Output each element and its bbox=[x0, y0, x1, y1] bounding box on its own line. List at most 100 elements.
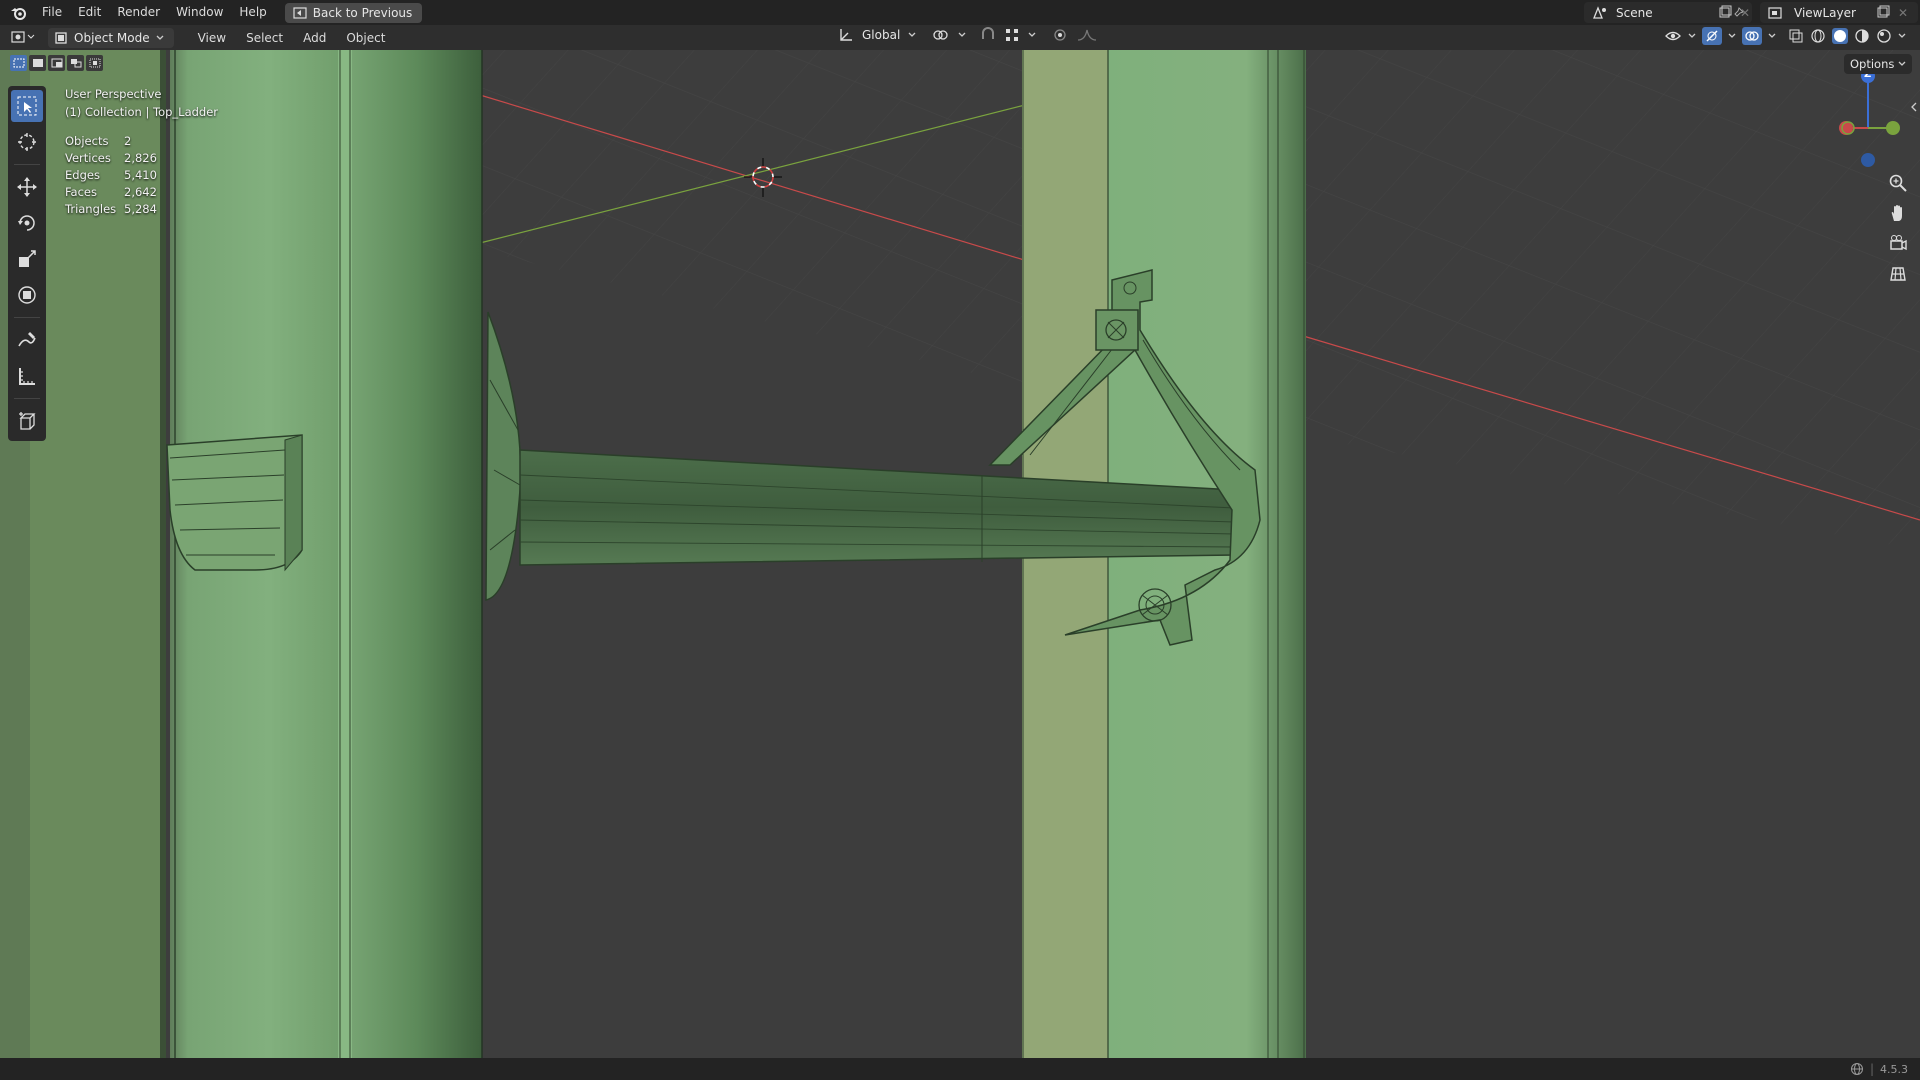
viewport-perspective-label: User Perspective bbox=[65, 87, 162, 101]
back-to-previous-button[interactable]: Back to Previous bbox=[284, 2, 423, 23]
tool-shelf bbox=[8, 86, 46, 441]
scale-tool[interactable] bbox=[11, 243, 43, 275]
zoom-icon bbox=[1889, 174, 1907, 192]
stats-row-vertices: Vertices 2,826 bbox=[65, 150, 157, 165]
solid-shading-icon[interactable] bbox=[1832, 28, 1848, 44]
scene-name[interactable]: Scene bbox=[1616, 6, 1653, 20]
scene-icon bbox=[1592, 5, 1608, 20]
move-tool[interactable] bbox=[11, 171, 43, 203]
select-new-icon[interactable] bbox=[10, 55, 27, 71]
options-label: Options bbox=[1850, 57, 1895, 71]
chevron-down-icon[interactable] bbox=[1768, 33, 1776, 39]
snap-target-icon[interactable] bbox=[1004, 27, 1020, 43]
annotate-pencil-icon bbox=[18, 332, 36, 347]
stats-row-objects: Objects 2 bbox=[65, 133, 132, 148]
chevron-down-icon[interactable] bbox=[958, 32, 966, 38]
select-invert-icon[interactable] bbox=[67, 55, 84, 71]
chevron-down-icon[interactable] bbox=[1688, 33, 1696, 39]
select-box-tool[interactable] bbox=[11, 90, 43, 122]
toolbar-divider bbox=[14, 164, 40, 165]
view-layer-name[interactable]: ViewLayer bbox=[1794, 6, 1856, 20]
viewport-header: Object Mode View Select Add Object Globa… bbox=[0, 25, 1920, 50]
chevron-down-icon[interactable] bbox=[908, 32, 916, 38]
pan-view-button[interactable] bbox=[1883, 198, 1913, 228]
rotate-tool[interactable] bbox=[11, 207, 43, 239]
back-icon bbox=[293, 6, 307, 19]
viewport-collection-label: (1) Collection | Top_Ladder bbox=[65, 105, 219, 119]
chevron-down-icon[interactable] bbox=[1728, 33, 1736, 39]
transform-orientation-label[interactable]: Global bbox=[862, 28, 900, 42]
zoom-view-button[interactable] bbox=[1883, 168, 1913, 198]
gizmo-toggle-icon[interactable] bbox=[1702, 27, 1722, 45]
delete-view-layer-icon[interactable]: ✕ bbox=[1898, 6, 1908, 20]
network-icon[interactable] bbox=[1850, 1062, 1864, 1076]
header-menu-select[interactable]: Select bbox=[236, 31, 293, 45]
toggle-perspective-button[interactable] bbox=[1883, 258, 1913, 288]
select-subtract-icon[interactable] bbox=[48, 55, 65, 71]
measure-ruler-icon bbox=[19, 368, 35, 385]
stats-row-triangles: Triangles 5,284 bbox=[65, 201, 157, 216]
transform-tools: Global bbox=[838, 27, 1098, 43]
select-box-icon bbox=[17, 96, 37, 116]
select-intersect-icon[interactable] bbox=[86, 55, 103, 71]
rendered-shading-icon[interactable] bbox=[1876, 28, 1892, 44]
chevron-down-icon bbox=[1898, 61, 1906, 66]
rotate-icon bbox=[18, 215, 35, 231]
add-cube-tool[interactable] bbox=[11, 405, 43, 437]
menu-file[interactable]: File bbox=[34, 0, 70, 25]
annotate-tool[interactable] bbox=[11, 324, 43, 356]
proportional-editing-icon[interactable] bbox=[1052, 27, 1068, 43]
scale-icon bbox=[19, 250, 36, 267]
wireframe-shading-icon[interactable] bbox=[1810, 28, 1826, 44]
top-bar: File Edit Render Window Help Back to Pre… bbox=[0, 0, 1920, 25]
select-extend-icon[interactable] bbox=[29, 55, 46, 71]
new-view-layer-icon[interactable] bbox=[1876, 5, 1890, 19]
transform-icon bbox=[18, 286, 36, 304]
sidebar-toggle-icon[interactable] bbox=[1910, 102, 1918, 112]
toolbar-divider bbox=[14, 317, 40, 318]
mode-selector[interactable]: Object Mode bbox=[48, 27, 174, 48]
transform-orientation-icon[interactable] bbox=[838, 27, 854, 43]
blender-logo-icon[interactable] bbox=[8, 3, 28, 23]
viewport-display-tools bbox=[1664, 27, 1906, 45]
chevron-down-icon[interactable] bbox=[1898, 33, 1906, 39]
measure-tool[interactable] bbox=[11, 360, 43, 392]
menu-window[interactable]: Window bbox=[168, 0, 231, 25]
viewport-scene bbox=[0, 50, 1920, 1058]
xray-toggle-icon[interactable] bbox=[1788, 28, 1804, 44]
new-scene-icon[interactable] bbox=[1718, 5, 1732, 19]
snap-toggle-icon[interactable] bbox=[980, 27, 996, 43]
material-preview-icon[interactable] bbox=[1854, 28, 1870, 44]
menu-edit[interactable]: Edit bbox=[70, 0, 109, 25]
chevron-down-icon[interactable] bbox=[1028, 32, 1036, 38]
menu-help[interactable]: Help bbox=[231, 0, 274, 25]
add-cube-icon bbox=[19, 412, 36, 430]
header-menu-view[interactable]: View bbox=[188, 31, 236, 45]
perspective-grid-icon bbox=[1890, 267, 1906, 281]
transform-tool[interactable] bbox=[11, 279, 43, 311]
delete-scene-icon[interactable]: ✕ bbox=[1740, 6, 1750, 20]
visibility-icon[interactable] bbox=[1664, 28, 1682, 44]
camera-view-button[interactable] bbox=[1883, 228, 1913, 258]
options-dropdown[interactable]: Options bbox=[1844, 54, 1913, 74]
toolbar-divider bbox=[14, 398, 40, 399]
header-menu-add[interactable]: Add bbox=[293, 31, 336, 45]
status-bar: | 4.5.3 bbox=[0, 1058, 1920, 1080]
cursor-tool[interactable] bbox=[11, 126, 43, 158]
mode-label: Object Mode bbox=[74, 30, 150, 45]
camera-icon bbox=[1890, 235, 1907, 251]
view-layer-selector[interactable]: ViewLayer bbox=[1760, 2, 1918, 23]
hand-pan-icon bbox=[1891, 205, 1902, 221]
object-mode-icon bbox=[54, 31, 68, 45]
overlays-toggle-icon[interactable] bbox=[1742, 27, 1762, 45]
3d-viewport[interactable]: Z bbox=[0, 50, 1920, 1058]
falloff-icon[interactable] bbox=[1076, 27, 1098, 43]
move-icon bbox=[17, 177, 37, 197]
stats-row-edges: Edges 5,410 bbox=[65, 167, 157, 182]
menu-render[interactable]: Render bbox=[109, 0, 168, 25]
pivot-point-icon[interactable] bbox=[932, 27, 950, 43]
status-divider: | bbox=[1869, 1062, 1874, 1076]
editor-type-icon[interactable] bbox=[10, 29, 36, 45]
header-menu-object[interactable]: Object bbox=[336, 31, 395, 45]
blender-version: 4.5.3 bbox=[1880, 1062, 1908, 1076]
